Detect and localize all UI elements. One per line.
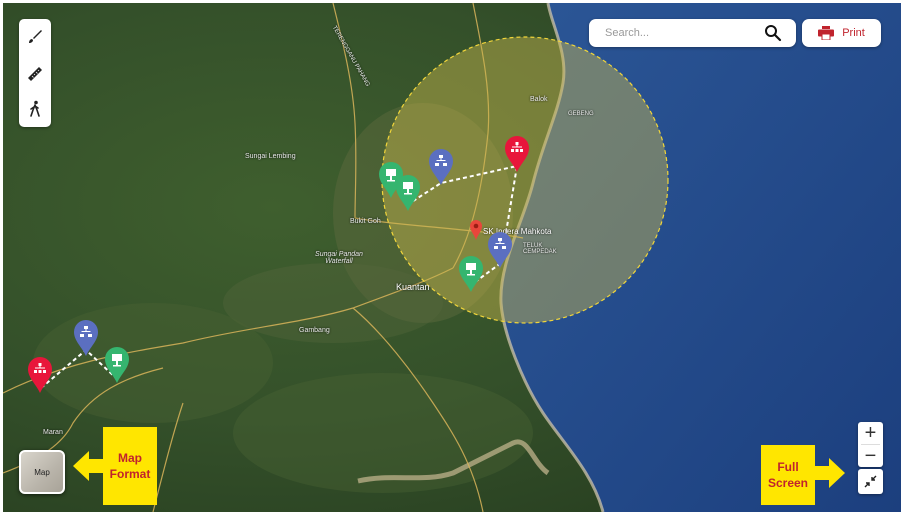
- zoom-in-button[interactable]: +: [858, 422, 883, 444]
- map-format-callout: Map Format: [103, 427, 157, 505]
- map-format-label: Map: [34, 467, 50, 477]
- zoom-out-button[interactable]: −: [858, 445, 883, 467]
- hq-marker[interactable]: [27, 356, 53, 394]
- fullscreen-button[interactable]: [858, 469, 883, 494]
- full-screen-callout: Full Screen: [761, 445, 815, 505]
- drawing-toolbar: [19, 19, 51, 127]
- measure-tool-button[interactable]: [22, 60, 48, 86]
- place-label-bukit-goh: Bukit Goh: [350, 218, 381, 225]
- ruler-icon: [28, 67, 42, 81]
- place-label-balok: Balok: [530, 96, 548, 103]
- walking-person-icon: [30, 100, 40, 117]
- network-marker[interactable]: [487, 231, 513, 269]
- place-label-kuantan: Kuantan: [396, 282, 430, 292]
- place-label-sungai-lembing: Sungai Lembing: [245, 153, 296, 160]
- print-label: Print: [842, 27, 865, 39]
- full-screen-arrow-icon: [813, 458, 845, 488]
- draw-tool-button[interactable]: [22, 24, 48, 50]
- printer-icon: [818, 26, 835, 40]
- place-label-waterfall: Sungai Pandan Waterfall: [315, 251, 363, 265]
- place-label-gebeng: GEBENG: [568, 111, 594, 117]
- search-icon[interactable]: [764, 24, 782, 42]
- search-box: [589, 19, 796, 47]
- collapse-icon: [864, 475, 877, 488]
- full-screen-callout-text: Full Screen: [767, 460, 809, 490]
- map-format-callout-text: Map Format: [109, 451, 151, 481]
- print-button[interactable]: Print: [802, 19, 881, 47]
- network-marker[interactable]: [428, 148, 454, 186]
- site-marker[interactable]: [458, 255, 484, 293]
- map-format-toggle[interactable]: Map: [19, 450, 65, 494]
- map-format-arrow-icon: [73, 451, 105, 481]
- search-input[interactable]: [603, 26, 757, 40]
- site-marker[interactable]: [104, 346, 130, 384]
- zoom-control: + −: [858, 422, 883, 467]
- place-label-gambang: Gambang: [299, 327, 330, 334]
- street-view-button[interactable]: [22, 96, 48, 122]
- hq-marker[interactable]: [504, 135, 530, 173]
- place-label-teluk-cempedak: TELUK CEMPEDAK: [523, 243, 557, 255]
- site-marker[interactable]: [395, 174, 421, 212]
- map-canvas[interactable]: Sungai Lembing Sungai Pandan Waterfall K…: [3, 3, 901, 512]
- network-marker[interactable]: [73, 319, 99, 357]
- place-label-maran: Maran: [43, 429, 63, 436]
- location-pin[interactable]: [469, 219, 483, 241]
- brush-icon: [29, 30, 42, 43]
